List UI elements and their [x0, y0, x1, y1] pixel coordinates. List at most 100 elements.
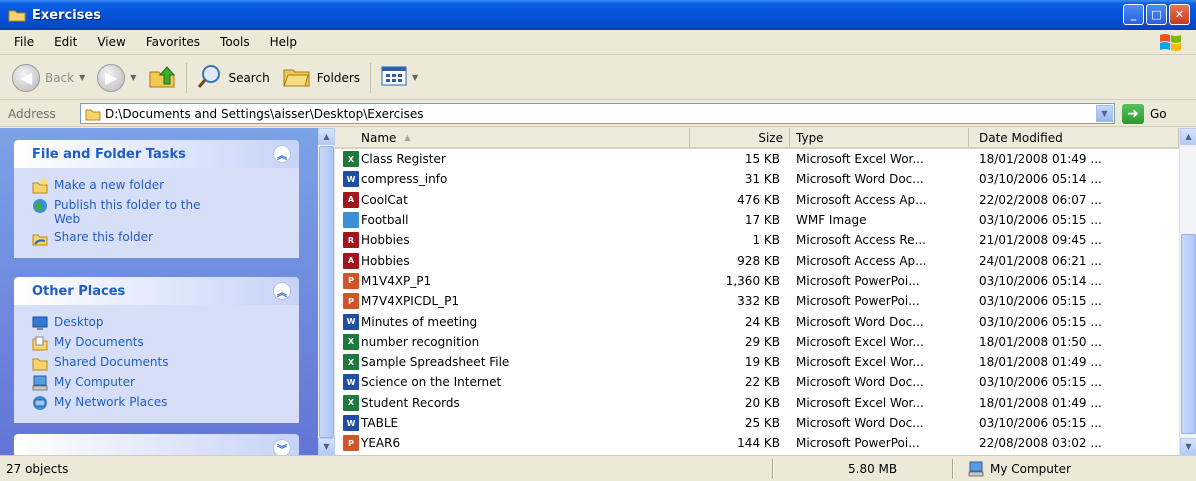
scrollbar-thumb[interactable] [1181, 234, 1196, 434]
file-name-cell[interactable]: R Hobbies [335, 232, 690, 249]
file-row[interactable]: W Science on the Internet 22 KB Microsoft W… [335, 372, 1179, 392]
chevron-down-icon[interactable]: ▼ [79, 73, 85, 82]
minimize-button[interactable]: _ [1123, 4, 1144, 25]
file-row[interactable]: Football 17 KB WMF Image 03/10/2006 05:15 .… [335, 210, 1179, 230]
file-list-scrollbar[interactable]: ▲ ▼ [1179, 128, 1196, 455]
scroll-down-icon[interactable]: ▼ [1180, 438, 1196, 455]
file-date-modified: 24/01/2008 06:21 ... [979, 253, 1102, 268]
folders-label: Folders [316, 70, 361, 85]
column-header-date-modified[interactable]: Date Modified [969, 128, 1179, 147]
search-button[interactable]: Search [191, 60, 275, 96]
file-name-cell[interactable]: A CoolCat [335, 191, 690, 208]
chevron-down-icon[interactable]: ▼ [412, 73, 418, 82]
file-name-cell[interactable]: A Hobbies [335, 252, 690, 269]
forward-button[interactable]: ▶ ▼ [91, 60, 142, 96]
file-row[interactable]: X Class Register 15 KB Microsoft Excel Wor.… [335, 149, 1179, 169]
scroll-down-icon[interactable]: ▼ [318, 438, 335, 455]
close-button[interactable]: ✕ [1169, 4, 1190, 25]
file-size: 22 KB [744, 375, 780, 390]
file-row[interactable]: A Hobbies 928 KB Microsoft Access Ap... 24/0… [335, 250, 1179, 270]
file-size: 332 KB [737, 294, 780, 309]
title-bar[interactable]: Exercises _ □ ✕ [0, 0, 1196, 30]
file-row[interactable]: X Sample Spreadsheet File 19 KB Microsoft E… [335, 352, 1179, 372]
go-button[interactable]: ➜ Go [1122, 104, 1167, 124]
file-row[interactable]: Xnumber recognition 29 KB Microsoft Excel … [335, 332, 1179, 352]
menu-favorites[interactable]: Favorites [136, 35, 210, 49]
access-icon: A [343, 252, 359, 269]
file-name-cell[interactable]: P M1V4XP_P1 [335, 272, 690, 289]
status-divider [952, 459, 954, 479]
scrollbar-thumb[interactable] [319, 146, 334, 438]
file-name-cell[interactable]: P YEAR6 [335, 435, 690, 452]
excel-icon: X [343, 394, 359, 411]
file-type: Microsoft PowerPoi... [796, 436, 920, 451]
file-row[interactable]: W TABLE 25 KB Microsoft Word Doc... 03/10/20… [335, 413, 1179, 433]
file-row[interactable]: P M7V4XPICDL_P1 332 KB Microsoft PowerPoi..… [335, 291, 1179, 311]
file-row[interactable]: P M1V4XP_P1 1,360 KB Microsoft PowerPoi... 0… [335, 271, 1179, 291]
folders-button[interactable]: Folders [276, 60, 366, 96]
task-make-new-folder[interactable]: Make a new folder [32, 178, 299, 194]
left-pane-scrollbar[interactable]: ▲ ▼ [318, 128, 335, 455]
up-folder-button[interactable] [142, 60, 182, 96]
panel-header[interactable]: ︾ [14, 434, 299, 455]
file-name-cell[interactable]: W Minutes of meeting [335, 313, 690, 330]
panel-header[interactable]: Other Places ︽ [14, 277, 299, 305]
file-date-modified: 03/10/2006 05:15 ... [979, 375, 1102, 390]
expand-icon[interactable]: ︾ [273, 439, 291, 455]
task-publish-folder[interactable]: Publish this folder to the Web [32, 198, 299, 226]
file-row[interactable]: W Minutes of meeting 24 KB Microsoft Word D… [335, 311, 1179, 331]
address-input[interactable]: D:\Documents and Settings\aisser\Desktop… [80, 103, 1115, 124]
panel-header[interactable]: File and Folder Tasks ︽ [14, 140, 299, 168]
word-icon: W [343, 171, 359, 188]
task-pane: File and Folder Tasks ︽ Make a new folde… [0, 128, 318, 455]
file-row[interactable]: Wcompress_info 31 KB Microsoft Word Doc...… [335, 169, 1179, 189]
menu-edit[interactable]: Edit [44, 35, 87, 49]
file-type: Microsoft Excel Wor... [796, 395, 924, 410]
file-name-cell[interactable]: Xnumber recognition [335, 333, 690, 350]
file-name-cell[interactable]: Football [335, 212, 690, 229]
menu-file[interactable]: File [4, 35, 44, 49]
file-date-modified: 22/08/2008 03:02 ... [979, 436, 1102, 451]
column-header-size[interactable]: Size [690, 128, 790, 147]
scroll-up-icon[interactable]: ▲ [318, 128, 335, 145]
place-my-network-places[interactable]: My Network Places [32, 395, 299, 411]
file-row[interactable]: R Hobbies 1 KB Microsoft Access Re... 21/01/… [335, 230, 1179, 250]
file-name-cell[interactable]: W Science on the Internet [335, 374, 690, 391]
file-name-cell[interactable]: Wcompress_info [335, 171, 690, 188]
menu-view[interactable]: View [87, 35, 135, 49]
file-name-cell[interactable]: X Class Register [335, 151, 690, 168]
views-button[interactable]: ▼ [375, 60, 424, 96]
place-my-documents[interactable]: My Documents [32, 335, 299, 351]
maximize-button[interactable]: □ [1146, 4, 1167, 25]
back-button[interactable]: ◀ Back ▼ [6, 60, 91, 96]
place-desktop[interactable]: Desktop [32, 315, 299, 331]
file-date-modified: 03/10/2006 05:15 ... [979, 294, 1102, 309]
chevron-down-icon[interactable]: ▼ [130, 73, 136, 82]
file-name-cell[interactable]: W TABLE [335, 415, 690, 431]
scroll-up-icon[interactable]: ▲ [1180, 128, 1196, 145]
file-name-cell[interactable]: X Sample Spreadsheet File [335, 354, 690, 371]
place-shared-documents[interactable]: Shared Documents [32, 355, 299, 371]
column-header-type[interactable]: Type [790, 128, 969, 147]
column-header-name[interactable]: Name ▲ [335, 128, 690, 147]
file-row[interactable]: X Student Records 20 KB Microsoft Excel Wor… [335, 393, 1179, 413]
place-my-computer[interactable]: My Computer [32, 375, 299, 391]
window-title: Exercises [32, 7, 101, 23]
collapse-icon[interactable]: ︽ [273, 282, 291, 300]
menu-tools[interactable]: Tools [210, 35, 260, 49]
column-label: Type [796, 130, 824, 145]
file-name: number recognition [361, 334, 480, 349]
file-name-cell[interactable]: X Student Records [335, 394, 690, 411]
file-name: Hobbies [361, 253, 410, 268]
task-share-folder[interactable]: Share this folder [32, 230, 299, 246]
file-row[interactable]: A CoolCat 476 KB Microsoft Access Ap... 22/0… [335, 190, 1179, 210]
file-type: WMF Image [796, 213, 867, 228]
file-row[interactable]: P YEAR6 144 KB Microsoft PowerPoi... 22/08/2… [335, 433, 1179, 453]
file-name-cell[interactable]: P M7V4XPICDL_P1 [335, 293, 690, 310]
other-places-panel: Other Places ︽ Desktop My Documents Shar… [14, 277, 299, 423]
menu-bar: File Edit View Favorites Tools Help [0, 30, 1196, 55]
details-panel: ︾ [14, 434, 299, 455]
address-dropdown-icon[interactable]: ▼ [1096, 105, 1113, 122]
menu-help[interactable]: Help [260, 35, 307, 49]
collapse-icon[interactable]: ︽ [273, 145, 291, 163]
